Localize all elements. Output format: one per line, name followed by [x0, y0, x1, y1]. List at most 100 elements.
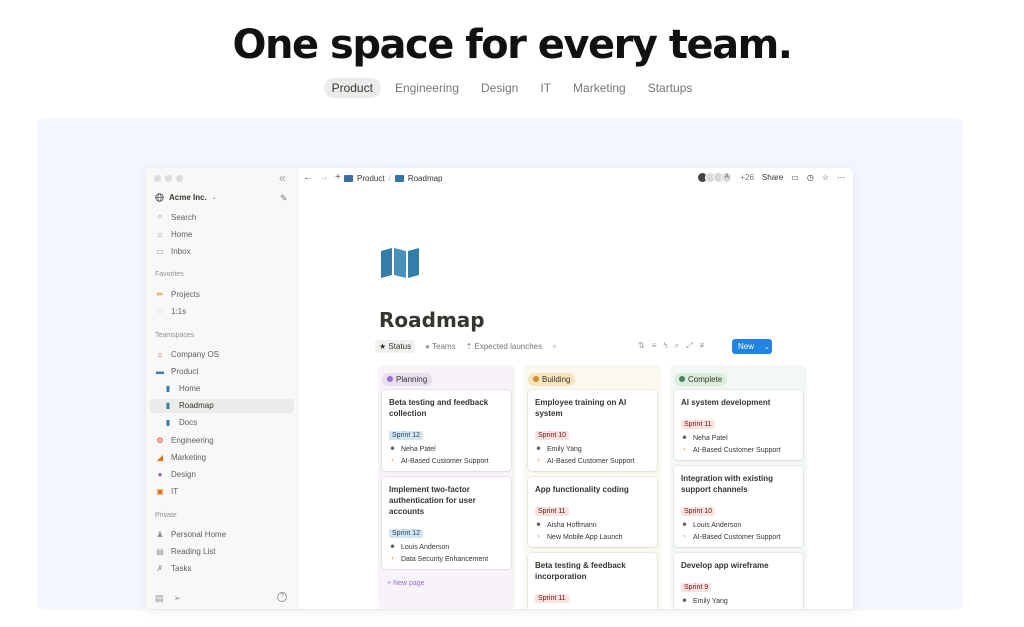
- sidebar-item-reading-list[interactable]: ▤ Reading List: [155, 544, 295, 558]
- sidebar-item-roadmap[interactable]: ▮ Roadmap: [150, 398, 294, 413]
- card-title: App functionality coding: [535, 484, 629, 494]
- search-icon[interactable]: ⌕: [675, 341, 679, 351]
- sidebar-item-personal-home[interactable]: ♟ Personal Home: [155, 527, 295, 541]
- sidebar-item-product[interactable]: ▬ Product: [155, 364, 295, 378]
- clock-icon[interactable]: ◷: [807, 173, 814, 182]
- favorites-heading: Favorites: [155, 271, 184, 278]
- chevron-down-icon[interactable]: ⌄: [764, 343, 770, 351]
- owner-name: Emily Yang: [693, 597, 728, 605]
- sprint-badge: Sprint 10: [681, 506, 716, 516]
- window-controls: [154, 175, 183, 182]
- card-title: Implement two-factor authentication for …: [389, 484, 476, 516]
- sidebar-item-docs[interactable]: ▮ Docs: [163, 416, 303, 430]
- card-owner: ☻ Emily Yang: [535, 446, 650, 453]
- column-title: Building: [542, 374, 571, 384]
- more-icon[interactable]: ···: [837, 173, 845, 182]
- breadcrumb-product[interactable]: Product: [357, 174, 385, 183]
- laptop-icon: ▬: [156, 366, 164, 376]
- sidebar-item-tasks[interactable]: ✗ Tasks: [155, 561, 295, 575]
- column-header[interactable]: Building: [528, 372, 576, 386]
- collaborator-count: +26: [740, 173, 754, 182]
- settings-icon[interactable]: ≢: [700, 341, 708, 351]
- kanban-card[interactable]: Employee training on AI system Sprint 10 ☻…: [528, 389, 657, 471]
- kanban-card[interactable]: App functionality coding Sprint 11 ☻ Aisha …: [528, 476, 657, 547]
- sprint-badge: Sprint 12: [389, 430, 424, 440]
- sort-icon[interactable]: ⇅: [638, 341, 645, 351]
- sprint-badge: Sprint 12: [389, 528, 424, 538]
- owner-name: Aisha Hoffmann: [547, 521, 597, 529]
- lightning-icon[interactable]: ϟ: [663, 341, 667, 351]
- sidebar-item-1-1s[interactable]: ◌ 1:1s: [155, 304, 295, 318]
- tab-expected-launches[interactable]: ⇡ Expected launches: [466, 342, 543, 351]
- tab-marketing[interactable]: Marketing: [565, 78, 634, 98]
- plus-icon[interactable]: +: [335, 172, 341, 183]
- tab-engineering[interactable]: Engineering: [387, 78, 467, 98]
- new-page-button[interactable]: + New page: [382, 575, 511, 592]
- sidebar-item-home[interactable]: ▮ Home: [163, 381, 303, 395]
- column-header[interactable]: Planning: [382, 372, 433, 386]
- filter-icon[interactable]: ≡: [652, 341, 657, 351]
- sidebar-item-label: Engineering: [171, 435, 214, 445]
- forward-arrow-icon[interactable]: →: [319, 172, 329, 183]
- tab-startups[interactable]: Startups: [640, 78, 701, 98]
- sidebar-item-home[interactable]: ⌂ Home: [155, 227, 295, 241]
- sidebar: « Acme Inc. ⌄ ✎ Favorites Teamspaces Pri…: [146, 168, 298, 609]
- sidebar-item-projects[interactable]: ✏ Projects: [155, 287, 295, 301]
- minimize-dot[interactable]: [165, 175, 172, 182]
- tab-design[interactable]: Design: [473, 78, 526, 98]
- sprint-badge: Sprint 9: [681, 582, 712, 592]
- sidebar-item-label: Roadmap: [179, 401, 214, 411]
- sidebar-item-label: Tasks: [171, 563, 192, 573]
- tab-it[interactable]: IT: [532, 78, 559, 98]
- avatar-initial: A: [721, 172, 733, 183]
- templates-icon[interactable]: ▤: [155, 593, 164, 604]
- add-view-icon[interactable]: +: [552, 342, 557, 351]
- megaphone-icon: ◢: [156, 452, 164, 462]
- sidebar-item-label: Personal Home: [171, 529, 227, 539]
- project-name: AI-Based Customer Support: [401, 457, 489, 465]
- sidebar-item-company-os[interactable]: ⌂ Company OS: [155, 347, 295, 361]
- toolbox-icon: ▣: [156, 487, 164, 497]
- expand-icon[interactable]: ⤢: [686, 341, 692, 351]
- new-button[interactable]: New ⌄: [732, 339, 772, 354]
- comment-icon[interactable]: ▭: [791, 173, 799, 182]
- column-header[interactable]: Complete: [674, 372, 728, 386]
- kanban-card[interactable]: Implement two-factor authentication for …: [382, 476, 511, 569]
- new-button-label: New: [738, 342, 755, 351]
- sidebar-item-marketing[interactable]: ◢ Marketing: [155, 450, 295, 464]
- sidebar-item-engineering[interactable]: ⚙ Engineering: [155, 433, 295, 447]
- star-icon[interactable]: ☆: [822, 173, 829, 182]
- tab-status[interactable]: ★ Status: [375, 340, 416, 353]
- back-arrow-icon[interactable]: ←: [303, 172, 313, 183]
- workspace-switcher[interactable]: Acme Inc. ⌄: [155, 193, 217, 202]
- help-icon[interactable]: ?: [277, 592, 287, 602]
- kanban-card[interactable]: Beta testing & feedback incorporation Spr…: [528, 552, 657, 609]
- project-icon: ›: [391, 555, 394, 562]
- send-icon[interactable]: ➢: [174, 593, 182, 604]
- sidebar-item-inbox[interactable]: ▭ Inbox: [155, 244, 295, 258]
- sprint-badge: Sprint 10: [535, 430, 570, 440]
- sidebar-item-it[interactable]: ▣ IT: [155, 485, 295, 499]
- breadcrumb-roadmap[interactable]: Roadmap: [408, 174, 443, 183]
- kanban-card[interactable]: Beta testing and feedback collection Spri…: [382, 389, 511, 471]
- close-dot[interactable]: [154, 175, 161, 182]
- collapse-sidebar-icon[interactable]: «: [279, 171, 286, 185]
- home-icon: ⌂: [157, 229, 163, 239]
- collaborator-avatars[interactable]: A: [697, 172, 733, 183]
- card-title: Develop app wireframe: [681, 560, 769, 570]
- page-title: Roadmap: [379, 308, 485, 332]
- maximize-dot[interactable]: [176, 175, 183, 182]
- tab-teams-label: Teams: [432, 342, 456, 351]
- tab-product[interactable]: Product: [323, 78, 381, 98]
- kanban-card[interactable]: Integration with existing support channe…: [674, 465, 803, 547]
- sidebar-item-search[interactable]: ⌕ Search: [155, 210, 295, 224]
- sidebar-item-label: Home: [171, 229, 193, 239]
- new-page-icon[interactable]: ✎: [280, 193, 288, 204]
- kanban-card[interactable]: Develop app wireframe Sprint 9 ☻ Emily Yang: [674, 552, 803, 609]
- project-name: Data Security Enhancement: [401, 555, 489, 563]
- avatar-icon: ☻: [389, 543, 396, 550]
- tab-teams[interactable]: ● Teams: [425, 342, 455, 351]
- kanban-card[interactable]: AI system development Sprint 11 ☻ Neha Pate…: [674, 389, 803, 460]
- share-button[interactable]: Share: [762, 173, 783, 182]
- sidebar-item-design[interactable]: ● Design: [155, 467, 295, 481]
